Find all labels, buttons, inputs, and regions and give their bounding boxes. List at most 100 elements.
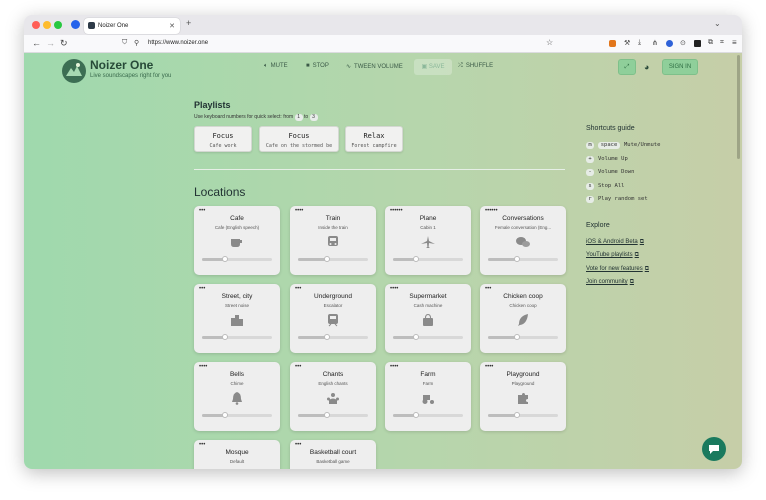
- variants-indicator[interactable]: •••: [485, 286, 491, 292]
- shuffle-button[interactable]: ⤮ SHUFFLE: [458, 63, 493, 70]
- url-input[interactable]: https://www.noizer.one: [148, 40, 208, 46]
- ios-android-beta-link[interactable]: iOS & Android Beta ⧉: [586, 239, 644, 246]
- playlist-card[interactable]: Focus Cafe on the stormed be: [259, 126, 339, 152]
- extension-dark-icon[interactable]: [694, 40, 701, 47]
- volume-slider[interactable]: [488, 412, 558, 418]
- volume-slider-handle[interactable]: [222, 412, 229, 418]
- metamask-extension-icon[interactable]: [609, 40, 616, 47]
- location-card[interactable]: ••• Street, city Street noise: [194, 284, 280, 353]
- puzzle-extensions-icon[interactable]: ⧉: [708, 39, 713, 47]
- youtube-playlists-link[interactable]: YouTube playlists ⧉: [586, 252, 639, 259]
- tab-list-chevron-icon[interactable]: ⌄: [714, 19, 721, 28]
- history-icon[interactable]: ⊙: [680, 39, 686, 47]
- close-window-button[interactable]: [32, 21, 40, 29]
- volume-slider-handle[interactable]: [222, 334, 229, 340]
- volume-slider[interactable]: [488, 334, 558, 340]
- stop-button[interactable]: ■ STOP: [306, 63, 329, 69]
- location-card[interactable]: •••• Bells Chime: [194, 362, 280, 431]
- chat-button[interactable]: [702, 437, 726, 461]
- variants-indicator[interactable]: •••: [295, 286, 301, 292]
- playlist-card[interactable]: Focus Cafe work: [194, 126, 252, 152]
- volume-slider[interactable]: [393, 334, 463, 340]
- firefox-view-icon[interactable]: [71, 20, 80, 29]
- download-icon[interactable]: ⤓: [638, 39, 641, 47]
- menu-icon[interactable]: ≡: [732, 38, 737, 47]
- location-card[interactable]: ••• Basketball court Basketball game: [290, 440, 376, 469]
- volume-slider-handle[interactable]: [514, 334, 521, 340]
- variants-indicator[interactable]: •••: [199, 442, 205, 448]
- volume-slider[interactable]: [298, 412, 368, 418]
- forward-icon[interactable]: →: [46, 38, 55, 48]
- external-link-icon: ⧉: [629, 279, 634, 285]
- volume-slider-handle[interactable]: [514, 412, 521, 418]
- volume-slider-handle[interactable]: [413, 334, 420, 340]
- location-card[interactable]: ••• Cafe Cafe (English speech): [194, 206, 280, 275]
- variants-indicator[interactable]: •••: [295, 364, 301, 370]
- variants-indicator[interactable]: ••••: [295, 208, 303, 214]
- variants-indicator[interactable]: •••: [199, 286, 205, 292]
- volume-slider-handle[interactable]: [324, 334, 331, 340]
- new-tab-button[interactable]: +: [186, 18, 191, 28]
- location-card[interactable]: •••• Farm Farm: [385, 362, 471, 431]
- volume-slider-handle[interactable]: [413, 412, 420, 418]
- variants-indicator[interactable]: ••••••: [485, 208, 498, 214]
- reload-icon[interactable]: ↻: [60, 38, 68, 49]
- close-tab-icon[interactable]: ✕: [169, 22, 175, 30]
- maximize-window-button[interactable]: [54, 21, 62, 29]
- location-card[interactable]: •••••• Plane Cabin 1: [385, 206, 471, 275]
- screenshot-icon[interactable]: ⌗: [720, 39, 724, 47]
- variants-indicator[interactable]: ••••: [390, 364, 398, 370]
- volume-slider[interactable]: [393, 256, 463, 262]
- sign-in-button[interactable]: SIGN IN: [662, 59, 698, 75]
- location-card[interactable]: •••• Playground Playground: [480, 362, 566, 431]
- shuffle-icon: ⤮: [458, 63, 463, 69]
- volume-slider[interactable]: [488, 256, 558, 262]
- key-from: 1: [294, 114, 303, 121]
- shield-icon[interactable]: ⛉: [122, 39, 127, 47]
- location-card[interactable]: •••• Train Inside the train: [290, 206, 376, 275]
- variants-indicator[interactable]: ••••: [390, 286, 398, 292]
- lock-icon[interactable]: ⚲: [134, 39, 139, 47]
- playlist-card[interactable]: Relax Forest campfire: [345, 126, 403, 152]
- back-icon[interactable]: ←: [32, 38, 41, 48]
- mute-button[interactable]: 🔈︎ MUTE: [264, 63, 288, 70]
- page-scrollbar[interactable]: [737, 55, 740, 159]
- volume-slider-handle[interactable]: [324, 256, 331, 262]
- join-community-link[interactable]: Join community ⧉: [586, 279, 634, 286]
- location-card[interactable]: ••• Chicken coop Chicken coop: [480, 284, 566, 353]
- volume-slider[interactable]: [202, 334, 272, 340]
- minimize-window-button[interactable]: [43, 21, 51, 29]
- volume-slider[interactable]: [202, 412, 272, 418]
- tween-volume-button[interactable]: ∿ TWEEN VOLUME: [346, 63, 403, 70]
- save-button[interactable]: ▣ SAVE: [414, 59, 452, 75]
- volume-slider-handle[interactable]: [413, 256, 420, 262]
- variants-indicator[interactable]: ••••: [485, 364, 493, 370]
- tab-noizer-one[interactable]: Noizer One ✕: [84, 18, 180, 34]
- variants-indicator[interactable]: •••: [295, 442, 301, 448]
- people-icon: [327, 393, 339, 404]
- variants-indicator[interactable]: •••: [199, 208, 205, 214]
- volume-slider[interactable]: [298, 256, 368, 262]
- volume-slider-handle[interactable]: [514, 256, 521, 262]
- brand-name[interactable]: Noizer One: [90, 58, 153, 72]
- location-card[interactable]: ••• Chants English chants: [290, 362, 376, 431]
- wrench-icon[interactable]: ⚒: [624, 39, 630, 47]
- volume-slider-handle[interactable]: [324, 412, 331, 418]
- location-subtitle: Inside the train: [318, 225, 348, 230]
- location-card[interactable]: •••• Supermarket Cash machine: [385, 284, 471, 353]
- volume-slider[interactable]: [298, 334, 368, 340]
- theme-palette-icon[interactable]: ◕: [644, 62, 649, 72]
- bookmark-star-icon[interactable]: ☆: [546, 38, 553, 47]
- reader-icon[interactable]: ⋔: [652, 39, 658, 47]
- variants-indicator[interactable]: ••••: [199, 364, 207, 370]
- location-card[interactable]: ••• Underground Escalator: [290, 284, 376, 353]
- extension-blue-icon[interactable]: [666, 40, 673, 47]
- volume-slider[interactable]: [393, 412, 463, 418]
- location-card[interactable]: •••••• Conversations Female conversation (…: [480, 206, 566, 275]
- volume-slider-handle[interactable]: [222, 256, 229, 262]
- location-card[interactable]: ••• Mosque Default: [194, 440, 280, 469]
- volume-slider[interactable]: [202, 256, 272, 262]
- variants-indicator[interactable]: ••••••: [390, 208, 403, 214]
- expand-button[interactable]: ⤢: [618, 59, 636, 75]
- vote-features-link[interactable]: Vote for new features ⧉: [586, 266, 649, 273]
